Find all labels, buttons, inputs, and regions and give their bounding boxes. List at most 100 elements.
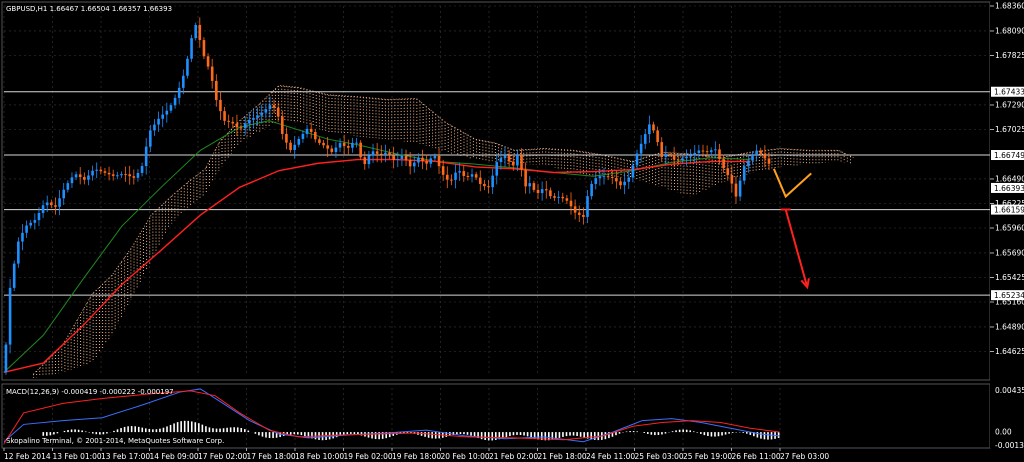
candle-body[interactable] bbox=[74, 174, 78, 178]
candle-body[interactable] bbox=[215, 80, 218, 100]
candle-body[interactable] bbox=[78, 174, 82, 178]
candle-body[interactable] bbox=[685, 156, 688, 159]
candle-body[interactable] bbox=[714, 149, 717, 151]
candle-body[interactable] bbox=[557, 196, 560, 198]
candle-body[interactable] bbox=[590, 183, 593, 197]
candle-body[interactable] bbox=[573, 206, 577, 213]
candle-body[interactable] bbox=[194, 24, 197, 39]
candle-body[interactable] bbox=[182, 75, 185, 88]
candle-body[interactable] bbox=[243, 123, 247, 129]
candle-body[interactable] bbox=[231, 121, 235, 124]
candle-body[interactable] bbox=[478, 177, 482, 184]
candle-body[interactable] bbox=[660, 142, 664, 157]
candle-body[interactable] bbox=[210, 66, 214, 81]
candle-body[interactable] bbox=[598, 176, 602, 179]
candle-body[interactable] bbox=[474, 174, 478, 178]
candle-body[interactable] bbox=[260, 112, 263, 116]
candle-body[interactable] bbox=[672, 154, 676, 160]
candle-body[interactable] bbox=[367, 155, 371, 165]
candle-body[interactable] bbox=[466, 175, 470, 177]
candle-body[interactable] bbox=[544, 189, 548, 191]
candles[interactable] bbox=[4, 17, 771, 375]
candle-body[interactable] bbox=[268, 105, 272, 110]
candle-body[interactable] bbox=[87, 175, 90, 180]
candle-body[interactable] bbox=[103, 171, 107, 173]
candle-body[interactable] bbox=[569, 200, 573, 207]
candle-body[interactable] bbox=[375, 151, 379, 154]
candle-body[interactable] bbox=[235, 123, 239, 128]
candle-body[interactable] bbox=[239, 127, 243, 129]
candle-body[interactable] bbox=[252, 117, 255, 120]
candle-body[interactable] bbox=[532, 183, 536, 190]
candle-body[interactable] bbox=[408, 160, 412, 167]
candle-body[interactable] bbox=[12, 263, 16, 288]
candle-body[interactable] bbox=[718, 149, 721, 160]
candle-body[interactable] bbox=[536, 189, 540, 194]
candle-body[interactable] bbox=[132, 176, 136, 178]
candle-body[interactable] bbox=[751, 154, 754, 161]
candle-body[interactable] bbox=[111, 174, 115, 176]
projection-line[interactable] bbox=[772, 168, 812, 199]
candle-body[interactable] bbox=[627, 177, 631, 182]
candle-body[interactable] bbox=[346, 145, 350, 148]
candle-body[interactable] bbox=[206, 56, 210, 67]
candle-body[interactable] bbox=[491, 175, 494, 188]
candle-body[interactable] bbox=[54, 205, 57, 207]
candle-body[interactable] bbox=[726, 168, 730, 176]
candle-body[interactable] bbox=[326, 145, 329, 149]
candle-body[interactable] bbox=[173, 97, 177, 106]
candle-body[interactable] bbox=[549, 190, 552, 197]
candle-body[interactable] bbox=[540, 189, 544, 194]
candle-body[interactable] bbox=[330, 148, 334, 152]
candle-body[interactable] bbox=[165, 110, 169, 115]
candle-body[interactable] bbox=[681, 158, 684, 161]
candle-body[interactable] bbox=[342, 143, 346, 146]
candle-body[interactable] bbox=[4, 344, 8, 373]
candle-body[interactable] bbox=[384, 152, 387, 155]
candle-body[interactable] bbox=[223, 111, 226, 121]
candle-body[interactable] bbox=[25, 225, 28, 233]
candle-body[interactable] bbox=[37, 213, 41, 221]
candle-body[interactable] bbox=[639, 143, 643, 154]
candle-body[interactable] bbox=[264, 109, 268, 113]
candle-body[interactable] bbox=[767, 158, 771, 164]
candle-body[interactable] bbox=[289, 142, 292, 150]
candle-body[interactable] bbox=[120, 174, 123, 176]
candle-body[interactable] bbox=[437, 155, 441, 167]
candle-body[interactable] bbox=[396, 158, 400, 161]
candle-body[interactable] bbox=[293, 144, 296, 150]
candle-body[interactable] bbox=[676, 159, 680, 161]
candle-body[interactable] bbox=[33, 220, 37, 223]
candle-body[interactable] bbox=[528, 183, 532, 187]
candle-body[interactable] bbox=[429, 158, 433, 164]
candle-body[interactable] bbox=[450, 179, 453, 181]
candle-body[interactable] bbox=[91, 170, 94, 176]
candle-body[interactable] bbox=[619, 181, 622, 186]
candle-body[interactable] bbox=[734, 183, 738, 197]
candle-body[interactable] bbox=[359, 142, 362, 158]
candle-body[interactable] bbox=[697, 150, 701, 153]
candle-body[interactable] bbox=[623, 181, 626, 186]
candle-body[interactable] bbox=[301, 133, 305, 139]
candle-body[interactable] bbox=[730, 175, 734, 184]
horizontal-levels[interactable] bbox=[4, 91, 990, 296]
candle-body[interactable] bbox=[363, 157, 367, 165]
candle-body[interactable] bbox=[615, 177, 618, 182]
candle-body[interactable] bbox=[256, 115, 259, 118]
candle-body[interactable] bbox=[462, 171, 466, 176]
candle-body[interactable] bbox=[351, 142, 354, 148]
candle-body[interactable] bbox=[70, 177, 74, 184]
candle-body[interactable] bbox=[553, 196, 556, 198]
candle-body[interactable] bbox=[417, 157, 420, 163]
candle-body[interactable] bbox=[276, 107, 280, 117]
candle-body[interactable] bbox=[318, 139, 321, 143]
candle-body[interactable] bbox=[285, 133, 288, 143]
candle-body[interactable] bbox=[322, 142, 325, 146]
candle-body[interactable] bbox=[227, 120, 230, 122]
candle-body[interactable] bbox=[602, 176, 606, 178]
candle-body[interactable] bbox=[157, 118, 160, 125]
candle-body[interactable] bbox=[425, 161, 428, 164]
candle-body[interactable] bbox=[41, 205, 45, 214]
candle-body[interactable] bbox=[202, 40, 206, 57]
candle-body[interactable] bbox=[305, 128, 309, 134]
